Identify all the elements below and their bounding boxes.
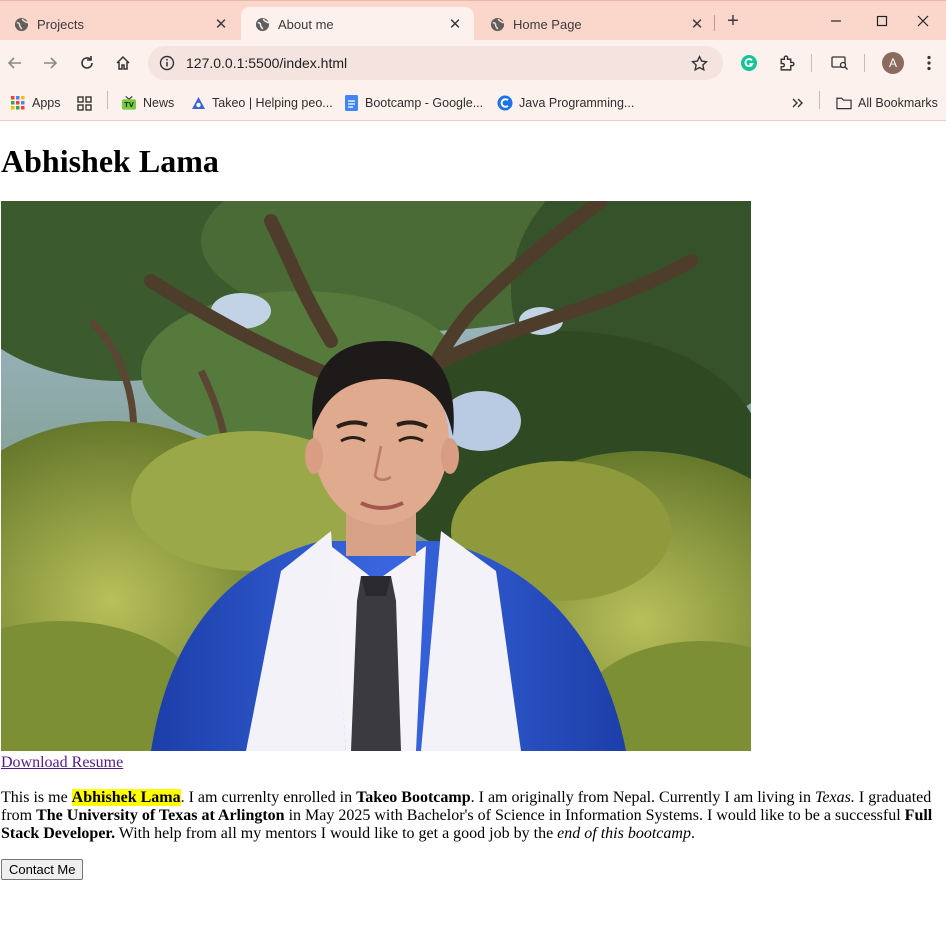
address-bar[interactable]: 127.0.0.1:5500/index.html bbox=[148, 46, 723, 80]
bookmark-label: Takeo | Helping peo... bbox=[212, 96, 333, 110]
site-info-icon[interactable] bbox=[158, 54, 176, 72]
close-icon[interactable]: ✕ bbox=[212, 15, 230, 33]
bootcamp-bold: Takeo Bootcamp bbox=[356, 789, 471, 806]
close-window-button[interactable] bbox=[900, 7, 946, 35]
browser-toolbar: 127.0.0.1:5500/index.html A bbox=[0, 40, 946, 86]
university-bold: The University of Texas at Arlington bbox=[36, 807, 285, 824]
close-icon[interactable]: ✕ bbox=[688, 15, 706, 33]
bio-paragraph: This is me Abhishek Lama. I am currenlty… bbox=[1, 789, 943, 843]
reload-button[interactable] bbox=[75, 51, 99, 75]
bio-text: This is me bbox=[1, 789, 72, 806]
download-resume-link[interactable]: Download Resume bbox=[1, 754, 123, 772]
bio-text: in May 2025 with Bachelor's of Science i… bbox=[284, 807, 905, 824]
toolbar-divider bbox=[811, 54, 812, 72]
browser-chrome: Projects ✕ About me ✕ Home Page ✕ + 127.… bbox=[0, 0, 946, 121]
page-title: Abhishek Lama bbox=[1, 143, 219, 179]
bookmark-java[interactable]: Java Programming... bbox=[497, 92, 634, 114]
close-icon[interactable]: ✕ bbox=[446, 15, 464, 33]
bio-text: With help from all my mentors I would li… bbox=[115, 825, 558, 842]
tab-title: About me bbox=[278, 16, 334, 32]
back-button[interactable] bbox=[3, 51, 27, 75]
bookmark-label: Java Programming... bbox=[519, 96, 635, 110]
bookmarks-bar: Apps TV News Takeo | Helping peo... Boot… bbox=[0, 86, 946, 121]
takeo-icon bbox=[190, 95, 206, 111]
globe-icon bbox=[254, 16, 270, 32]
maximize-button[interactable] bbox=[859, 7, 905, 35]
chevron-double-right-icon bbox=[789, 95, 805, 111]
bookmark-label: All Bookmarks bbox=[858, 96, 938, 110]
svg-text:TV: TV bbox=[124, 101, 134, 109]
tv-icon: TV bbox=[121, 95, 137, 111]
google-docs-icon bbox=[343, 95, 359, 111]
tab-title: Home Page bbox=[513, 16, 582, 32]
bookmark-label: Bootcamp - Google... bbox=[365, 96, 484, 110]
bookmark-apps[interactable]: Apps bbox=[10, 92, 61, 114]
profile-photo bbox=[1, 201, 751, 751]
name-bold: Abhishek Lama bbox=[71, 789, 181, 806]
page-content: Abhishek Lama Download Resume This is me… bbox=[0, 121, 946, 950]
contact-me-button[interactable]: Contact Me bbox=[1, 859, 84, 880]
c-logo-icon bbox=[497, 95, 513, 111]
tab-home-page[interactable]: Home Page ✕ bbox=[476, 7, 716, 41]
tab-groups-button[interactable] bbox=[76, 92, 98, 114]
bookmark-divider bbox=[819, 91, 820, 109]
more-menu-icon[interactable] bbox=[917, 51, 941, 75]
profile-avatar[interactable]: A bbox=[882, 52, 904, 74]
bookmark-divider bbox=[107, 91, 108, 109]
globe-icon bbox=[13, 16, 29, 32]
folder-icon bbox=[836, 95, 852, 111]
tab-title: Projects bbox=[37, 16, 84, 32]
new-tab-button[interactable]: + bbox=[722, 10, 744, 32]
home-button[interactable] bbox=[111, 51, 135, 75]
globe-icon bbox=[489, 16, 505, 32]
forward-button[interactable] bbox=[38, 51, 62, 75]
tab-about-me[interactable]: About me ✕ bbox=[241, 7, 474, 41]
bookmark-label: Apps bbox=[32, 96, 61, 110]
tab-projects[interactable]: Projects ✕ bbox=[0, 7, 240, 41]
tab-search-icon[interactable] bbox=[828, 51, 852, 75]
toolbar-divider bbox=[864, 54, 865, 72]
tab-separator bbox=[714, 15, 715, 31]
bookmark-star-icon[interactable] bbox=[689, 53, 709, 73]
apps-grid-icon bbox=[10, 95, 26, 111]
more-bookmarks-button[interactable] bbox=[789, 92, 811, 114]
state-italic: Texas. bbox=[815, 789, 855, 806]
highlighted-name: Abhishek Lama bbox=[71, 789, 181, 806]
all-bookmarks-button[interactable]: All Bookmarks bbox=[836, 92, 938, 114]
minimize-button[interactable] bbox=[813, 7, 859, 35]
tab-strip: Projects ✕ About me ✕ Home Page ✕ + bbox=[0, 0, 946, 41]
url-text: 127.0.0.1:5500/index.html bbox=[186, 55, 348, 71]
bookmark-label: News bbox=[143, 96, 175, 110]
grammarly-extension-icon[interactable] bbox=[737, 51, 761, 75]
bio-text: . bbox=[690, 825, 695, 842]
bio-text: . I am currenlty enrolled in bbox=[180, 789, 357, 806]
bookmark-bootcamp[interactable]: Bootcamp - Google... bbox=[343, 92, 483, 114]
bookmark-takeo[interactable]: Takeo | Helping peo... bbox=[190, 92, 333, 114]
ending-italic: end of this bootcamp bbox=[557, 825, 691, 842]
bookmark-news[interactable]: TV News bbox=[121, 92, 174, 114]
tab-groups-icon bbox=[76, 95, 92, 111]
bio-text: . I am originally from Nepal. Currently … bbox=[470, 789, 815, 806]
extensions-puzzle-icon[interactable] bbox=[774, 51, 798, 75]
